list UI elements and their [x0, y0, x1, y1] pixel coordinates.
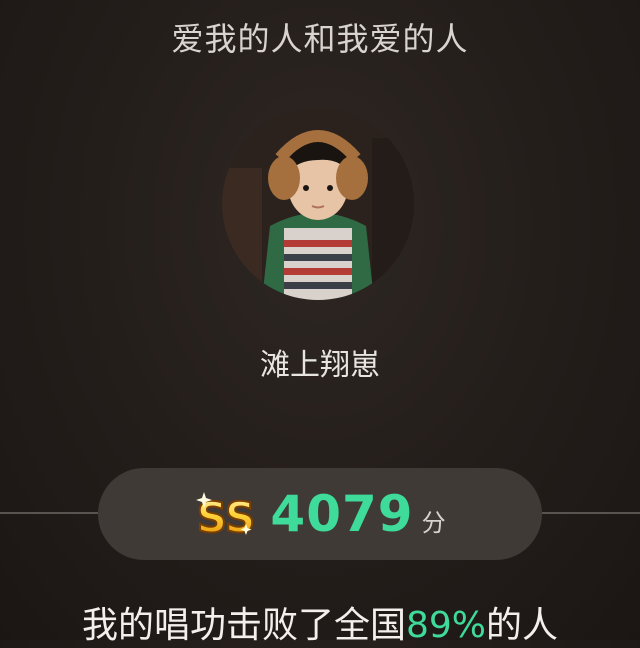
avatar-photo-icon [222, 108, 414, 300]
username: 滩上翔崽 [260, 348, 380, 383]
score-value: 4079 [270, 485, 414, 543]
divider-right [540, 512, 640, 514]
score-panel: SS 4079 分 [98, 468, 542, 560]
ranking-summary: 我的唱功击败了全国89%的人 [0, 596, 640, 648]
song-title: 爱我的人和我爱的人 [171, 20, 469, 58]
grade-badge-icon: SS [194, 484, 258, 544]
user-avatar[interactable] [222, 108, 414, 300]
divider-left [0, 512, 100, 514]
score-unit: 分 [421, 508, 446, 537]
